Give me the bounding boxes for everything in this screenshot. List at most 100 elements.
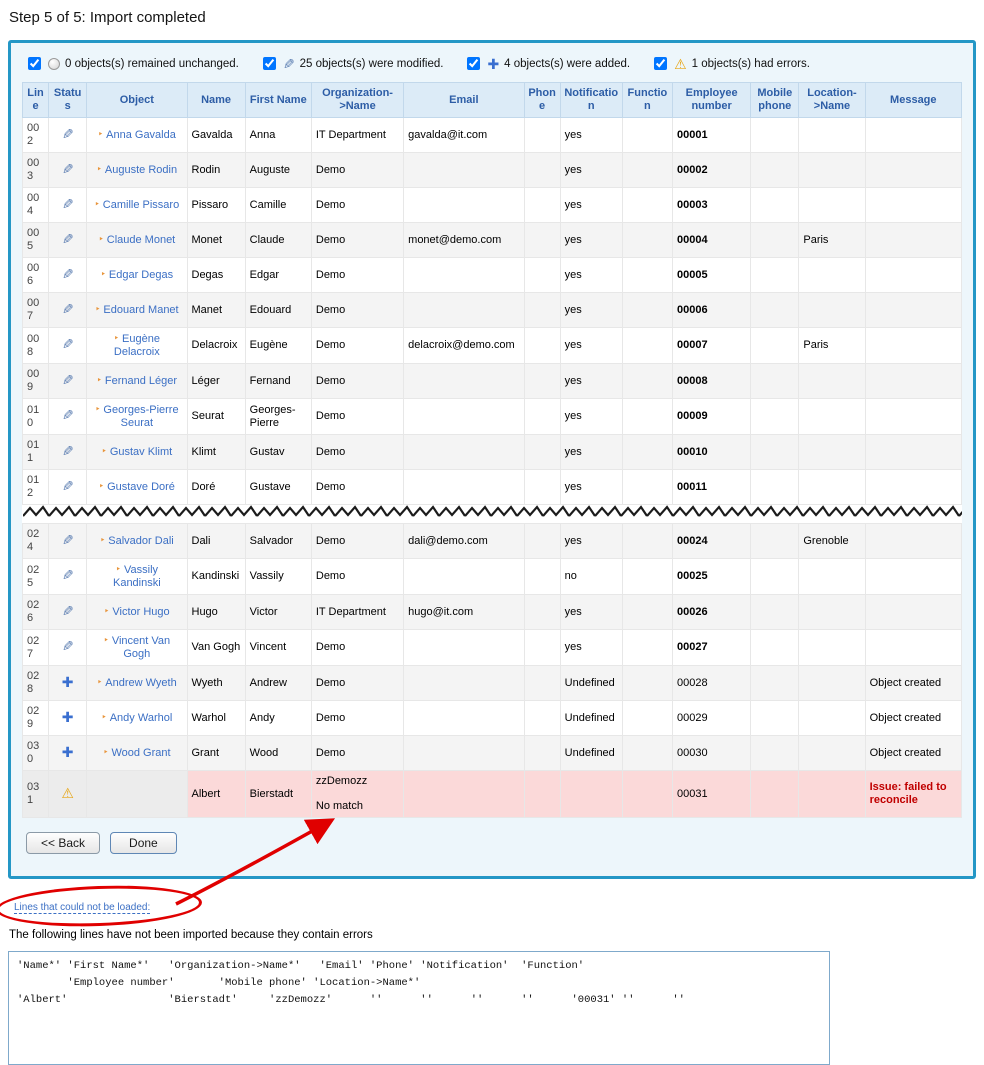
line-cell: 005	[23, 223, 49, 258]
object-link[interactable]: Fernand Léger	[105, 375, 177, 387]
name-cell: Seurat	[187, 399, 245, 435]
table-row: 011 ✎ ‣Gustav Klimt Klimt Gustav Demo ye…	[23, 435, 962, 470]
object-link[interactable]: Claude Monet	[107, 234, 176, 246]
status-cell: ✎	[49, 524, 87, 559]
mobile-phone-cell	[751, 470, 799, 505]
object-link[interactable]: Edgar Degas	[109, 269, 173, 281]
object-link[interactable]: Georges-Pierre Seurat	[103, 404, 178, 429]
organization-cell: Demo	[311, 736, 403, 771]
object-cell: ‣Gustave Doré	[87, 470, 187, 505]
object-link[interactable]: Wood Grant	[111, 747, 170, 759]
object-link[interactable]: Auguste Rodin	[105, 164, 177, 176]
location-cell	[799, 364, 865, 399]
phone-cell	[524, 701, 560, 736]
filter-errors[interactable]: ⚠ 1 objects(s) had errors.	[654, 57, 810, 70]
table-row: 028 ✚ ‣Andrew Wyeth Wyeth Andrew Demo Un…	[23, 666, 962, 701]
function-cell	[622, 399, 672, 435]
pencil-icon: ✎	[62, 163, 74, 175]
bullet-icon: ‣	[95, 404, 100, 414]
object-link[interactable]: Victor Hugo	[112, 606, 169, 618]
object-link[interactable]: Anna Gavalda	[106, 129, 176, 141]
bullet-icon: ‣	[101, 712, 106, 722]
warning-icon: ⚠	[674, 58, 687, 70]
organization-cell: Demo	[311, 188, 403, 223]
first-name-cell: Andrew	[245, 666, 311, 701]
col-email: Email	[404, 83, 524, 118]
name-cell: Hugo	[187, 595, 245, 630]
status-cell: ✎	[49, 223, 87, 258]
email-cell	[404, 258, 524, 293]
filter-modified[interactable]: ✎ 25 objects(s) were modified.	[263, 57, 444, 70]
object-link[interactable]: Vincent Van Gogh	[112, 635, 170, 660]
object-link[interactable]: Eugène Delacroix	[114, 333, 160, 358]
line-cell: 003	[23, 153, 49, 188]
lines-not-loaded-link[interactable]: Lines that could not be loaded:	[14, 902, 150, 914]
location-cell	[799, 258, 865, 293]
errors-checkbox[interactable]	[654, 57, 667, 70]
filter-unchanged[interactable]: 0 objects(s) remained unchanged.	[28, 57, 239, 70]
email-cell: dali@demo.com	[404, 524, 524, 559]
mobile-phone-cell	[751, 701, 799, 736]
added-checkbox[interactable]	[467, 57, 480, 70]
table-row: 025 ✎ ‣Vassily Kandinski Kandinski Vassi…	[23, 559, 962, 595]
email-cell	[404, 188, 524, 223]
notification-cell: yes	[560, 470, 622, 505]
object-cell: ‣Wood Grant	[87, 736, 187, 771]
table-row: 029 ✚ ‣Andy Warhol Warhol Andy Demo Unde…	[23, 701, 962, 736]
employee-number-cell: 00007	[672, 328, 750, 364]
object-link[interactable]: Gustave Doré	[107, 481, 175, 493]
object-link[interactable]: Andrew Wyeth	[105, 677, 176, 689]
email-cell	[404, 630, 524, 666]
warning-icon: ⚠	[61, 787, 74, 799]
pencil-icon: ✎	[62, 445, 74, 457]
pencil-icon: ✎	[283, 58, 295, 70]
object-link[interactable]: Camille Pissaro	[103, 199, 179, 211]
employee-number-cell: 00030	[672, 736, 750, 771]
notification-cell: yes	[560, 399, 622, 435]
unchanged-checkbox[interactable]	[28, 57, 41, 70]
employee-number-cell: 00003	[672, 188, 750, 223]
table-row: 004 ✎ ‣Camille Pissaro Pissaro Camille D…	[23, 188, 962, 223]
phone-cell	[524, 595, 560, 630]
col-mobile-phone: Mobile phone	[751, 83, 799, 118]
bullet-icon: ‣	[104, 606, 109, 616]
mobile-phone-cell	[751, 153, 799, 188]
email-cell: gavalda@it.com	[404, 118, 524, 153]
error-lines-box[interactable]: 'Name*' 'First Name*' 'Organization->Nam…	[8, 951, 830, 1065]
bullet-icon: ‣	[97, 677, 102, 687]
message-cell	[865, 364, 961, 399]
mobile-phone-cell	[751, 666, 799, 701]
mobile-phone-cell	[751, 328, 799, 364]
bullet-icon: ‣	[98, 129, 103, 139]
mobile-phone-cell	[751, 293, 799, 328]
employee-number-cell: 00004	[672, 223, 750, 258]
first-name-cell: Vassily	[245, 559, 311, 595]
back-button[interactable]: << Back	[26, 832, 100, 854]
line-cell: 029	[23, 701, 49, 736]
notification-cell: yes	[560, 630, 622, 666]
phone-cell	[524, 399, 560, 435]
first-name-cell: Andy	[245, 701, 311, 736]
bullet-icon: ‣	[116, 564, 121, 574]
object-link[interactable]: Andy Warhol	[110, 712, 173, 724]
phone-cell	[524, 666, 560, 701]
filter-added[interactable]: ✚ 4 objects(s) were added.	[467, 57, 630, 70]
table-row: 030 ✚ ‣Wood Grant Grant Wood Demo Undefi…	[23, 736, 962, 771]
status-cell: ✎	[49, 118, 87, 153]
location-cell	[799, 188, 865, 223]
function-cell	[622, 595, 672, 630]
first-name-cell: Gustave	[245, 470, 311, 505]
table-row: 007 ✎ ‣Edouard Manet Manet Edouard Demo …	[23, 293, 962, 328]
object-link[interactable]: Gustav Klimt	[110, 446, 172, 458]
email-cell	[404, 771, 524, 818]
status-cell: ✎	[49, 258, 87, 293]
location-cell	[799, 771, 865, 818]
employee-number-cell: 00031	[672, 771, 750, 818]
line-cell: 025	[23, 559, 49, 595]
modified-checkbox[interactable]	[263, 57, 276, 70]
object-link[interactable]: Salvador Dali	[108, 535, 173, 547]
name-cell: Doré	[187, 470, 245, 505]
phone-cell	[524, 364, 560, 399]
done-button[interactable]: Done	[110, 832, 177, 854]
object-link[interactable]: Edouard Manet	[103, 304, 178, 316]
